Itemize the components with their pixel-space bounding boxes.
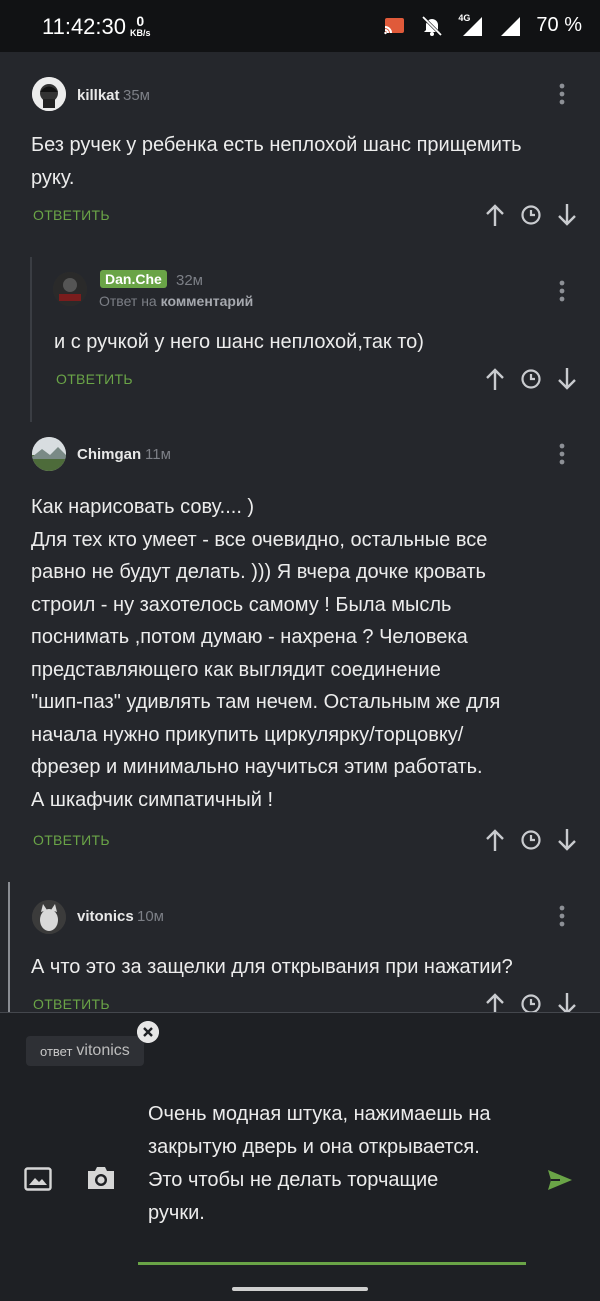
upvote-icon[interactable] xyxy=(484,203,506,227)
comment-author[interactable]: Dan.Che xyxy=(100,270,167,288)
comment-text-line: поснимать ,потом думаю - нахрена ? Челов… xyxy=(31,626,468,648)
more-vertical-icon[interactable] xyxy=(558,904,566,928)
downvote-icon[interactable] xyxy=(556,203,578,227)
comment-author[interactable]: vitonics xyxy=(77,908,134,925)
vote-actions xyxy=(484,992,578,1012)
thread-line xyxy=(30,257,32,422)
history-icon[interactable] xyxy=(520,993,542,1012)
reply-button[interactable]: ОТВЕТИТЬ xyxy=(33,832,110,848)
comment-text-line: и с ручкой у него шанс неплохой,так то) xyxy=(54,331,424,353)
comment-text-line: Как нарисовать сову.... ) xyxy=(31,496,255,518)
reply-text-line: Очень модная штука, нажимаешь на xyxy=(148,1103,491,1125)
image-icon[interactable] xyxy=(24,1167,52,1191)
comment-text: и с ручкой у него шанс неплохой,так то) xyxy=(54,326,574,359)
history-icon[interactable] xyxy=(520,829,542,851)
vote-actions xyxy=(484,203,578,227)
comment-text-line: "шип-паз" удивлять там нечем. Остальным … xyxy=(31,691,501,713)
avatar-image xyxy=(32,900,66,934)
home-gesture-pill[interactable] xyxy=(232,1287,368,1291)
status-time: 11:42:30 xyxy=(42,14,127,39)
avatar[interactable] xyxy=(32,77,66,111)
comment-text: Без ручек у ребенка есть неплохой шанс п… xyxy=(31,129,576,194)
comment-time: 11м xyxy=(145,446,171,463)
reply-text-line: Это чтобы не делать торчащие xyxy=(148,1169,439,1191)
comments-list[interactable]: killkat 35м Без ручек у ребенка есть неп… xyxy=(0,52,600,1012)
network-speed: 0 KB/s xyxy=(130,14,151,38)
comment-author[interactable]: killkat xyxy=(77,87,120,104)
avatar-image xyxy=(32,437,66,471)
avatar-image xyxy=(53,272,87,306)
comment-text-line: А что это за защелки для открывания при … xyxy=(31,956,513,978)
comment-text: Как нарисовать сову.... ) Для тех кто ум… xyxy=(31,491,576,816)
reply-text-line: закрытую дверь и она открывается. xyxy=(148,1136,480,1158)
comment-text: А что это за защелки для открывания при … xyxy=(31,951,586,984)
comment-text-line: фрезер и минимально научиться этим работ… xyxy=(31,756,483,778)
thread-line-active xyxy=(8,882,10,1012)
reply-chip-prefix: ответ xyxy=(40,1043,73,1059)
comment-text-line: руку. xyxy=(31,166,75,189)
comment-text-line: равно не будут делать. ))) Я вчера дочке… xyxy=(31,561,486,583)
send-icon[interactable] xyxy=(546,1168,574,1192)
reply-target-chip: ответ vitonics xyxy=(26,1036,144,1066)
vote-actions xyxy=(484,828,578,852)
reply-chip-username: vitonics xyxy=(76,1042,130,1059)
comment-author[interactable]: Chimgan xyxy=(77,446,141,463)
network-signal-4g: 4G xyxy=(458,13,484,37)
comment-text-line: представляющего как выглядит соединение xyxy=(31,658,441,681)
comment-text-line: начала нужно прикупить циркулярку/торцов… xyxy=(31,723,464,746)
history-icon[interactable] xyxy=(520,204,542,226)
close-icon[interactable] xyxy=(137,1021,159,1043)
downvote-icon[interactable] xyxy=(556,367,578,391)
reply-button[interactable]: ОТВЕТИТЬ xyxy=(33,207,110,223)
comment-time: 10м xyxy=(137,908,164,925)
downvote-icon[interactable] xyxy=(556,992,578,1012)
cast-icon xyxy=(384,17,405,34)
reply-to-note: Ответ на комментарий xyxy=(99,293,253,309)
reply-text-line: ручки. xyxy=(148,1202,205,1224)
reply-button[interactable]: ОТВЕТИТЬ xyxy=(56,371,133,387)
downvote-icon[interactable] xyxy=(556,828,578,852)
avatar[interactable] xyxy=(32,900,66,934)
battery-level: 70 % xyxy=(536,14,582,36)
status-bar: 11:42:30 0 KB/s 4G 70 % xyxy=(0,0,600,52)
more-vertical-icon[interactable] xyxy=(558,442,566,466)
upvote-icon[interactable] xyxy=(484,828,506,852)
vote-actions xyxy=(484,367,578,391)
camera-icon[interactable] xyxy=(86,1165,116,1191)
upvote-icon[interactable] xyxy=(484,992,506,1012)
status-icons: 4G 70 % xyxy=(382,13,582,37)
signal-4g-icon xyxy=(463,16,483,36)
upvote-icon[interactable] xyxy=(484,367,506,391)
reply-to-prefix: Ответ на xyxy=(99,293,157,309)
avatar[interactable] xyxy=(53,272,87,306)
network-speed-unit: KB/s xyxy=(130,28,151,38)
comment-text-line: Для тех кто умеет - все очевидно, осталь… xyxy=(31,528,488,551)
comment-time: 32м xyxy=(176,272,203,289)
comment-text-line: А шкафчик симпатичный ! xyxy=(31,788,274,811)
input-focus-underline xyxy=(138,1262,526,1265)
reply-to-link[interactable]: комментарий xyxy=(161,293,254,309)
avatar-image xyxy=(32,77,66,111)
signal-icon xyxy=(501,16,521,36)
comment-text-line: строил - ну захотелось самому ! Была мыс… xyxy=(31,593,452,616)
reply-button[interactable]: ОТВЕТИТЬ xyxy=(33,996,110,1012)
reply-text-input[interactable]: Очень модная штука, нажимаешь на закрыту… xyxy=(148,1098,548,1230)
mute-icon xyxy=(422,15,443,36)
more-vertical-icon[interactable] xyxy=(558,82,566,106)
comment-time: 35м xyxy=(123,87,150,104)
more-vertical-icon[interactable] xyxy=(558,279,566,303)
comment-text-line: Без ручек у ребенка есть неплохой шанс п… xyxy=(31,134,522,156)
network-speed-value: 0 xyxy=(136,13,145,29)
history-icon[interactable] xyxy=(520,368,542,390)
avatar[interactable] xyxy=(32,437,66,471)
